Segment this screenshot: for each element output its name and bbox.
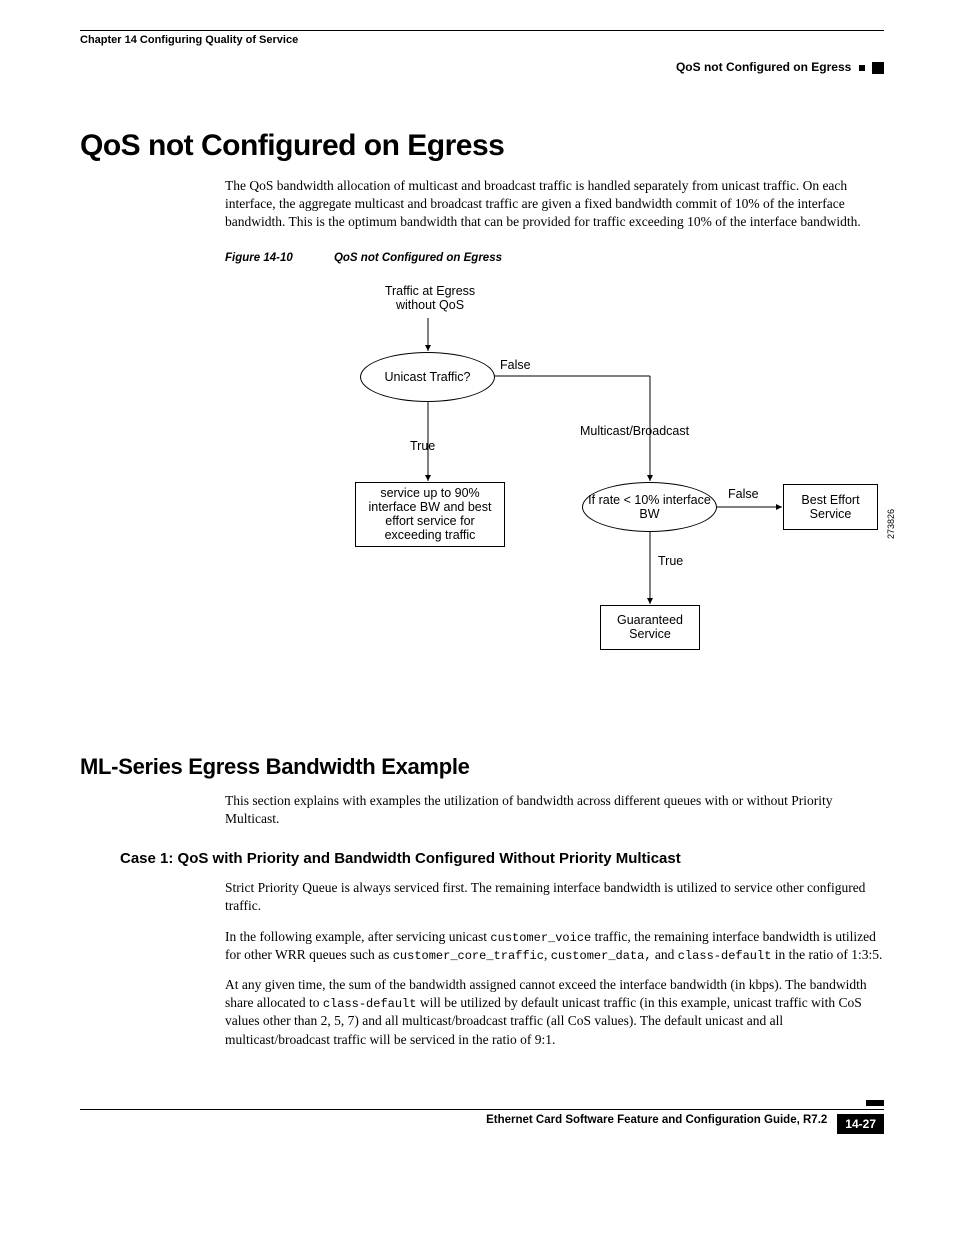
code-class-default-2: class-default	[323, 997, 417, 1011]
flowchart-diagram: Traffic at Egress without QoS Unicast Tr…	[280, 284, 880, 714]
footer: Ethernet Card Software Feature and Confi…	[80, 1109, 884, 1134]
text-fragment: In the following example, after servicin…	[225, 929, 490, 944]
flow-box-guaranteed: Guaranteed Service	[600, 605, 700, 650]
paragraph-case1-b: In the following example, after servicin…	[225, 928, 884, 964]
heading-qos-not-configured: QoS not Configured on Egress	[80, 129, 884, 163]
flow-true-label-2: True	[658, 554, 683, 568]
heading-case-1: Case 1: QoS with Priority and Bandwidth …	[120, 850, 884, 867]
section-marker-icon	[872, 62, 884, 74]
text-fragment: in the ratio of 1:3:5.	[771, 947, 882, 962]
code-class-default: class-default	[678, 949, 772, 963]
chapter-header: Chapter 14 Configuring Quality of Servic…	[80, 34, 884, 46]
paragraph-ml-intro: This section explains with examples the …	[225, 792, 884, 828]
figure-number: Figure 14-10	[225, 252, 293, 264]
flow-box-best-effort: Best Effort Service	[783, 484, 878, 530]
paragraph-case1-a: Strict Priority Queue is always serviced…	[225, 879, 884, 915]
code-customer-voice: customer_voice	[490, 931, 591, 945]
code-customer-core: customer_core_traffic	[393, 949, 544, 963]
flow-mcast-label: Multicast/Broadcast	[580, 424, 689, 438]
flow-start-label: Traffic at Egress without QoS	[375, 284, 485, 312]
heading-ml-series-example: ML-Series Egress Bandwidth Example	[80, 754, 884, 780]
section-header: QoS not Configured on Egress	[80, 60, 884, 74]
flow-false-label-1: False	[500, 358, 531, 372]
footer-mark-icon	[866, 1100, 884, 1106]
section-header-text: QoS not Configured on Egress	[676, 60, 851, 74]
figure-id: 273826	[886, 509, 896, 539]
section-marker-icon	[859, 65, 865, 71]
code-customer-data: customer_data,	[551, 949, 652, 963]
figure-title: QoS not Configured on Egress	[334, 252, 502, 264]
figure-caption: Figure 14-10 QoS not Configured on Egres…	[225, 252, 884, 264]
flow-false-label-2: False	[728, 487, 759, 501]
text-fragment: ,	[544, 947, 551, 962]
paragraph-case1-c: At any given time, the sum of the bandwi…	[225, 976, 884, 1049]
flow-true-label-1: True	[410, 439, 435, 453]
footer-title: Ethernet Card Software Feature and Confi…	[80, 1114, 827, 1126]
text-fragment: and	[652, 947, 678, 962]
flow-box-service-90: service up to 90% interface BW and best …	[355, 482, 505, 547]
flow-decision-rate: If rate < 10% interface BW	[582, 482, 717, 532]
flow-decision-unicast: Unicast Traffic?	[360, 352, 495, 402]
paragraph-intro: The QoS bandwidth allocation of multicas…	[225, 177, 884, 232]
footer-page-number: 14-27	[837, 1114, 884, 1134]
